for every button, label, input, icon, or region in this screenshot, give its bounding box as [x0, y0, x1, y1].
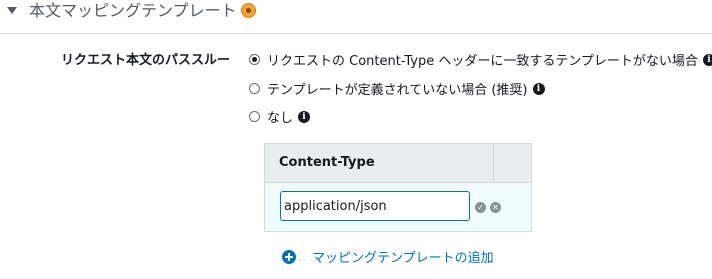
caret-down-icon[interactable]: [7, 7, 17, 14]
content-type-column-header: Content-Type: [279, 155, 375, 170]
option-label: テンプレートが定義されていない場合 (推奨): [267, 83, 528, 98]
section-title: 本文マッピングテンプレート: [29, 1, 237, 20]
table-header: Content-Type: [265, 144, 531, 183]
check-icon[interactable]: ✓: [475, 202, 486, 213]
radio-button[interactable]: [249, 54, 260, 65]
info-icon[interactable]: i: [702, 53, 712, 66]
info-icon[interactable]: i: [532, 82, 545, 95]
section-header[interactable]: 本文マッピングテンプレート: [0, 0, 712, 28]
radio-button[interactable]: [249, 83, 260, 94]
close-icon[interactable]: ✕: [490, 202, 501, 213]
passthrough-option-when-no-templates[interactable]: テンプレートが定義されていない場合 (推奨) i: [249, 79, 545, 98]
option-label: なし: [267, 111, 294, 126]
add-mapping-template-label: マッピングテンプレートの追加: [312, 251, 494, 266]
info-icon[interactable]: [241, 3, 256, 18]
content-type-table: Content-Type ✓ ✕: [264, 143, 532, 232]
info-icon[interactable]: i: [298, 110, 311, 123]
passthrough-option-when-no-match[interactable]: リクエストの Content-Type ヘッダーに一致するテンプレートがない場合…: [249, 50, 712, 69]
passthrough-label: リクエスト本文のパススルー: [61, 53, 231, 68]
column-divider: [493, 144, 494, 182]
mapping-templates-panel: 本文マッピングテンプレート リクエスト本文のパススルー リクエストの Conte…: [0, 0, 712, 279]
content-type-input[interactable]: [280, 191, 470, 221]
option-label: リクエストの Content-Type ヘッダーに一致するテンプレートがない場合: [267, 54, 698, 69]
plus-icon: [282, 249, 296, 264]
passthrough-option-never[interactable]: なし i: [249, 107, 311, 126]
radio-button[interactable]: [249, 111, 260, 122]
add-mapping-template-link[interactable]: マッピングテンプレートの追加: [282, 247, 494, 266]
section-divider: [0, 33, 712, 34]
table-row: ✓ ✕: [265, 183, 531, 231]
